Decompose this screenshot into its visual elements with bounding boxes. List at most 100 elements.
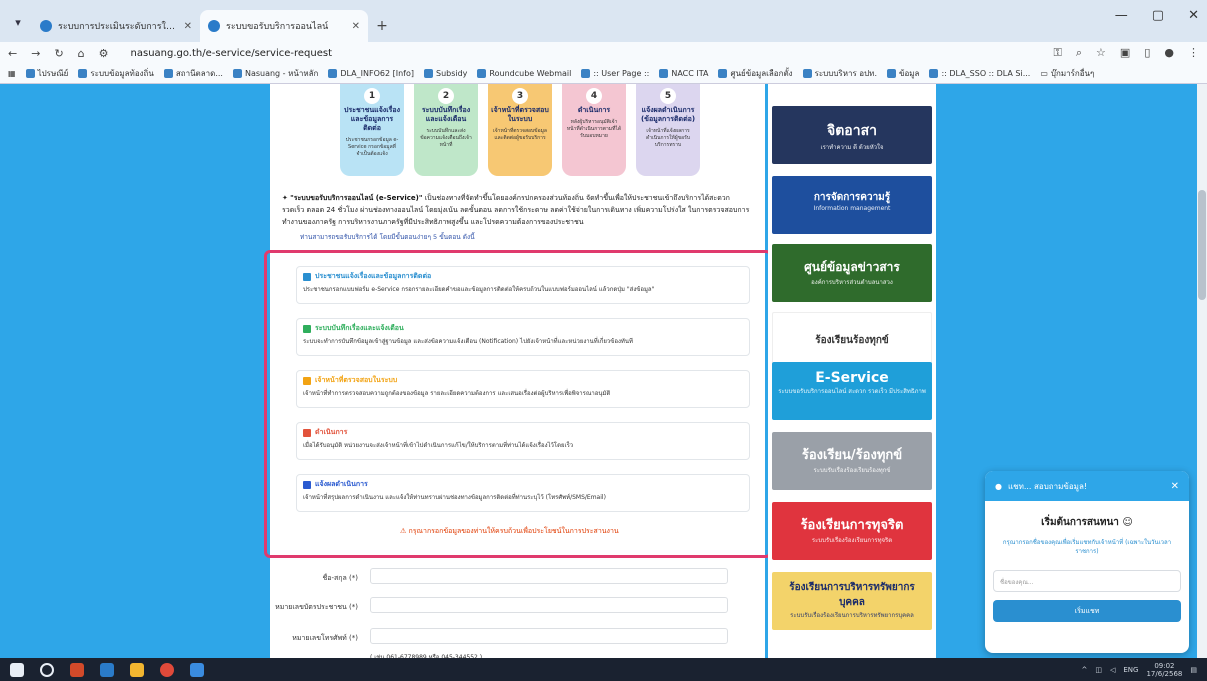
tab-eservice[interactable]: ระบบขอรับบริการออนไลน์ ✕ bbox=[200, 10, 368, 42]
forward-icon[interactable]: → bbox=[31, 47, 40, 60]
bookmark-item[interactable]: สถานีตลาด... bbox=[163, 67, 223, 80]
bookmark-folder-other[interactable]: ▭ บุ๊กมาร์กอื่นๆ bbox=[1040, 67, 1094, 80]
banner-hr-complaint[interactable]: ร้องเรียนการบริหารทรัพยากรบุคคล ระบบรับเ… bbox=[772, 572, 932, 630]
profile-avatar-icon[interactable]: ● bbox=[1164, 46, 1174, 60]
bookmark-favicon-icon bbox=[718, 69, 728, 78]
file-explorer-icon[interactable] bbox=[130, 662, 144, 677]
edge-browser-icon[interactable] bbox=[100, 662, 114, 677]
apps-icon[interactable]: ▦ bbox=[8, 69, 16, 78]
bookmark-item[interactable]: Roundcube Webmail bbox=[477, 69, 571, 78]
bookmark-item[interactable]: Nasuang - หน้าหลัก bbox=[232, 67, 318, 80]
network-icon[interactable]: ◫ bbox=[1095, 666, 1102, 674]
bookmark-item[interactable]: :: DLA_SSO :: DLA Si... bbox=[929, 69, 1030, 78]
step-card-4: 4 ดำเนินการ หลังผู้บริหารอนุมัติเจ้าหน้า… bbox=[562, 84, 626, 176]
tab-assessment[interactable]: ระบบการประเมินระดับการให้บริการ-ขอรับ...… bbox=[32, 10, 200, 42]
app-icon[interactable] bbox=[70, 662, 84, 677]
windows-start-icon[interactable] bbox=[10, 662, 24, 677]
step-title: ระบบบันทึกเรื่องและแจ้งเตือน bbox=[421, 106, 471, 123]
banner-info-center[interactable]: ศูนย์ข้อมูลข่าวสาร องค์การบริหารส่วนตำบล… bbox=[772, 244, 932, 302]
bookmark-item[interactable]: NACC ITA bbox=[659, 69, 708, 78]
banner-title: จิตอาสา bbox=[827, 123, 877, 139]
home-icon[interactable]: ⌂ bbox=[78, 47, 85, 60]
bookmark-item[interactable]: ศูนย์ข้อมูลเลือกตั้ง bbox=[718, 67, 793, 80]
chrome-icon[interactable] bbox=[160, 662, 174, 677]
bookmark-favicon-icon bbox=[887, 69, 896, 78]
banner-subtitle: Information management bbox=[813, 205, 891, 212]
menu-icon[interactable]: ⋮ bbox=[1188, 46, 1199, 60]
tab-bar: ▾ ระบบการประเมินระดับการให้บริการ-ขอรับ.… bbox=[0, 0, 1207, 42]
bookmark-item[interactable]: ระบบข้อมูลท้องถิ่น bbox=[78, 67, 154, 80]
process-item-1: ประชาชนแจ้งเรื่องและข้อมูลการติดต่อ ประช… bbox=[296, 266, 750, 304]
main-content: 1 ประชาชนแจ้งเรื่องและข้อมูลการติดต่อ ปร… bbox=[264, 84, 772, 661]
banner-subtitle: ระบบขอรับบริการออนไลน์ สะดวก รวดเร็ว มีป… bbox=[778, 388, 926, 395]
close-tab-icon[interactable]: ✕ bbox=[184, 21, 192, 32]
name-input[interactable] bbox=[370, 568, 728, 584]
sidebar-banners: จิตอาสา เราทำความ ดี ด้วยหัวใจ การจัดการ… bbox=[768, 84, 936, 658]
sidebar-icon[interactable]: ▯ bbox=[1144, 46, 1150, 60]
banner-knowledge[interactable]: การจัดการความรู้ Information management bbox=[772, 176, 932, 234]
phone-label: หมายเลขโทรศัพท์ (*) bbox=[292, 634, 358, 642]
volume-icon[interactable]: ◁ bbox=[1110, 666, 1115, 674]
chat-header[interactable]: ● แชท... สอบถามข้อมูล! ✕ bbox=[985, 471, 1189, 501]
bookmark-favicon-icon bbox=[328, 69, 338, 78]
tray-chevron-icon[interactable]: ^ bbox=[1081, 666, 1087, 674]
bookmark-item[interactable]: :: User Page :: bbox=[581, 69, 649, 78]
new-tab-icon[interactable]: + bbox=[368, 12, 396, 40]
bookmark-item[interactable]: ไปรษณีย์ bbox=[25, 67, 68, 80]
chat-bubble-icon: ● bbox=[995, 481, 1002, 491]
password-icon[interactable]: ⚿ bbox=[1054, 46, 1062, 60]
banner-eservice[interactable]: E-Service ระบบขอรับบริการออนไลน์ สะดวก ร… bbox=[772, 362, 932, 420]
form-warning: ⚠ กรุณากรอกข้อมูลของท่านให้ครบถ้วนเพื่อป… bbox=[400, 527, 619, 535]
step-title: ประชาชนแจ้งเรื่องและข้อมูลการติดต่อ bbox=[344, 106, 400, 132]
banner-corruption[interactable]: ร้องเรียนการทุจริต ระบบรับเรื่องร้องเรีย… bbox=[772, 502, 932, 560]
chat-start-button[interactable]: เริ่มแชท bbox=[993, 600, 1181, 622]
phone-input[interactable] bbox=[370, 628, 728, 644]
bookmarks-bar: ▦ ไปรษณีย์ ระบบข้อมูลท้องถิ่น สถานีตลาด.… bbox=[0, 64, 1207, 84]
banner-complaints-general[interactable]: ร้องเรียน/ร้องทุกข์ ระบบรับเรื่องร้องเรี… bbox=[772, 432, 932, 490]
step-desc: ประชาชนกรอกข้อมูล e-Service กรอกข้อมูลที… bbox=[345, 137, 399, 157]
site-info-icon[interactable]: ⚙ bbox=[99, 47, 109, 60]
process-item-title: แจ้งผลดำเนินการ bbox=[315, 480, 368, 488]
tab-search-icon[interactable]: ▾ bbox=[4, 8, 32, 36]
taskbar bbox=[0, 658, 1207, 681]
bookmark-item[interactable]: DLA_INFO62 [Info] bbox=[328, 69, 414, 78]
step-card-1: 1 ประชาชนแจ้งเรื่องและข้อมูลการติดต่อ ปร… bbox=[340, 84, 404, 176]
language-indicator[interactable]: ENG bbox=[1123, 666, 1138, 674]
extensions-icon[interactable]: ▣ bbox=[1120, 46, 1130, 60]
bookmark-item[interactable]: ข้อมูล bbox=[887, 67, 919, 80]
process-item-title: ประชาชนแจ้งเรื่องและข้อมูลการติดต่อ bbox=[315, 272, 432, 280]
bookmark-item[interactable]: Subsidy bbox=[423, 69, 467, 78]
banner-volunteer[interactable]: จิตอาสา เราทำความ ดี ด้วยหัวใจ bbox=[772, 106, 932, 164]
process-item-3: เจ้าหน้าที่ตรวจสอบในระบบ เจ้าหน้าที่ทำกา… bbox=[296, 370, 750, 408]
zoom-icon[interactable]: ⌕ bbox=[1076, 46, 1082, 60]
address-bar: ← → ↻ ⌂ ⚙ nasuang.go.th/e-service/servic… bbox=[0, 42, 1207, 64]
bookmark-star-icon[interactable]: ☆ bbox=[1096, 46, 1106, 60]
scrollbar-thumb[interactable] bbox=[1198, 190, 1206, 300]
process-item-desc: เมื่อได้รับอนุมัติ หน่วยงานจะส่งเจ้าหน้า… bbox=[303, 442, 574, 449]
minimize-icon[interactable]: — bbox=[1115, 8, 1128, 23]
maximize-icon[interactable]: ▢ bbox=[1152, 8, 1164, 23]
notification-icon[interactable]: ▤ bbox=[1190, 666, 1197, 674]
reload-icon[interactable]: ↻ bbox=[54, 47, 63, 60]
close-window-icon[interactable]: ✕ bbox=[1188, 8, 1199, 23]
close-tab-icon[interactable]: ✕ bbox=[352, 21, 360, 32]
url-field[interactable]: nasuang.go.th/e-service/service-request bbox=[131, 48, 1040, 59]
step-number: 4 bbox=[586, 88, 602, 104]
back-icon[interactable]: ← bbox=[8, 47, 17, 60]
process-item-title: ดำเนินการ bbox=[315, 428, 348, 436]
chat-title: เริ่มต้นการสนทนา ☺ bbox=[1041, 517, 1133, 528]
chat-name-input[interactable]: ชื่อของคุณ... bbox=[993, 570, 1181, 592]
chat-subtitle: กรุณากรอกชื่อของคุณเพื่อเริ่มแชทกับเจ้าห… bbox=[1002, 539, 1172, 555]
search-icon[interactable] bbox=[40, 662, 54, 677]
idcard-input[interactable] bbox=[370, 597, 728, 613]
page-scrollbar[interactable] bbox=[1197, 84, 1207, 658]
step-title: แจ้งผลดำเนินการ (ข้อมูลการติดต่อ) bbox=[640, 106, 696, 123]
banner-title: ร้องเรียนการบริหารทรัพยากรบุคคล bbox=[789, 582, 915, 608]
step-card-3: 3 เจ้าหน้าที่ตรวจสอบในระบบ เจ้าหน้าที่ตร… bbox=[488, 84, 552, 176]
step-number: 1 bbox=[364, 88, 380, 104]
bookmark-favicon-icon bbox=[163, 69, 173, 78]
clock[interactable]: 09:02 17/6/2568 bbox=[1146, 662, 1182, 678]
bookmark-item[interactable]: ระบบบริหาร อปท. bbox=[802, 67, 877, 80]
chat-close-icon[interactable]: ✕ bbox=[1171, 481, 1179, 492]
app-window-icon[interactable] bbox=[190, 662, 204, 677]
